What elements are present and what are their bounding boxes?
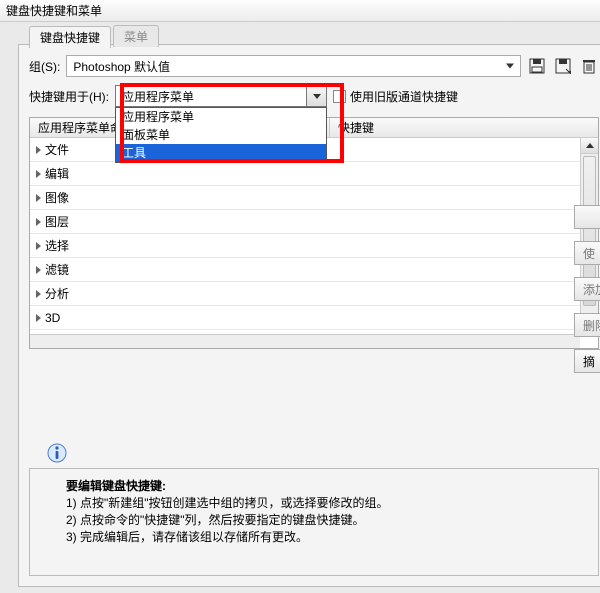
- side-btn-delete: 删除: [574, 313, 600, 337]
- chevron-down-icon[interactable]: [306, 86, 326, 106]
- shortcut-for-label: 快捷键用于(H):: [29, 88, 109, 105]
- list-item-label: 分析: [45, 285, 69, 302]
- side-btn-use: 使: [574, 241, 600, 265]
- list-item-label: 图层: [45, 213, 69, 230]
- expand-icon: [36, 194, 41, 202]
- tab-shortcuts[interactable]: 键盘快捷键: [29, 26, 111, 48]
- info-line-2: 2) 点按命令的"快捷键"列，然后按要指定的键盘快捷键。: [66, 511, 588, 528]
- group-label: 组(S):: [29, 58, 60, 75]
- side-btn-summary[interactable]: 摘: [574, 349, 600, 373]
- tab-menus[interactable]: 菜单: [113, 25, 159, 47]
- side-buttons-stack: 使 添加 删除 摘: [574, 205, 600, 373]
- info-title: 要编辑键盘快捷键:: [66, 477, 588, 494]
- list-item-label: 图像: [45, 189, 69, 206]
- dropdown-opt-tools[interactable]: 工具: [116, 144, 326, 162]
- expand-icon: [36, 266, 41, 274]
- list-item[interactable]: 滤镜: [30, 258, 598, 282]
- list-item[interactable]: 图像: [30, 186, 598, 210]
- col-shortcut[interactable]: 快捷键: [330, 118, 598, 137]
- info-line-1: 1) 点按"新建组"按钮创建选中组的拷贝，或选择要修改的组。: [66, 494, 588, 511]
- shortcut-for-combo[interactable]: 应用程序菜单: [115, 85, 327, 107]
- list-item[interactable]: 编辑: [30, 162, 598, 186]
- shortcut-for-value: 应用程序菜单: [122, 88, 194, 105]
- dialog-window: 键盘快捷键和菜单 键盘快捷键 菜单 组(S): Photoshop 默认值 快捷…: [0, 0, 600, 593]
- checkbox-box-icon: [333, 90, 346, 103]
- shortcut-for-dropdown: 应用程序菜单 面板菜单 工具: [115, 107, 327, 163]
- legacy-channel-checkbox[interactable]: 使用旧版通道快捷键: [333, 88, 458, 105]
- set-select[interactable]: Photoshop 默认值: [66, 55, 521, 77]
- expand-icon: [36, 290, 41, 298]
- expand-icon: [36, 218, 41, 226]
- dropdown-opt-app-menu[interactable]: 应用程序菜单: [116, 108, 326, 126]
- info-icon: [47, 443, 67, 463]
- list-item[interactable]: 选择: [30, 234, 598, 258]
- expand-icon: [36, 242, 41, 250]
- list-item-label: 滤镜: [45, 261, 69, 278]
- info-line-3: 3) 完成编辑后，请存储该组以存储所有更改。: [66, 528, 588, 545]
- list-item-label: 选择: [45, 237, 69, 254]
- info-box: 要编辑键盘快捷键: 1) 点按"新建组"按钮创建选中组的拷贝，或选择要修改的组。…: [29, 468, 599, 576]
- save-as-icon[interactable]: [553, 56, 573, 76]
- shortcut-for-row: 快捷键用于(H): 应用程序菜单 应用程序菜单 面板菜单 工具 使用旧版通道快捷…: [19, 83, 600, 113]
- expand-icon: [36, 146, 41, 154]
- expand-icon: [36, 314, 41, 322]
- side-btn-add: 添加: [574, 277, 600, 301]
- list-item-label: 编辑: [45, 165, 69, 182]
- tabstrip: 键盘快捷键 菜单: [29, 27, 161, 47]
- window-title: 键盘快捷键和菜单: [0, 0, 600, 22]
- list-item-label: 文件: [45, 141, 69, 158]
- expand-icon: [36, 170, 41, 178]
- list-item[interactable]: 3D: [30, 306, 598, 330]
- group-row: 组(S): Photoshop 默认值: [19, 45, 600, 83]
- legacy-channel-label: 使用旧版通道快捷键: [350, 88, 458, 105]
- horizontal-scrollbar[interactable]: [30, 334, 580, 348]
- side-btn-accept: [574, 205, 600, 229]
- list-item[interactable]: 分析: [30, 282, 598, 306]
- dropdown-opt-panel-menu[interactable]: 面板菜单: [116, 126, 326, 144]
- main-panel: 键盘快捷键 菜单 组(S): Photoshop 默认值 快捷键用于(H):: [18, 44, 600, 587]
- list-item[interactable]: 图层: [30, 210, 598, 234]
- scroll-up-icon[interactable]: [581, 138, 598, 154]
- set-select-value: Photoshop 默认值: [73, 58, 170, 75]
- list-item-label: 3D: [45, 311, 60, 325]
- save-icon[interactable]: [527, 56, 547, 76]
- list-body: 文件 编辑 图像 图层 选择 滤镜 分析 3D 视图: [30, 138, 598, 348]
- trash-icon[interactable]: [579, 56, 599, 76]
